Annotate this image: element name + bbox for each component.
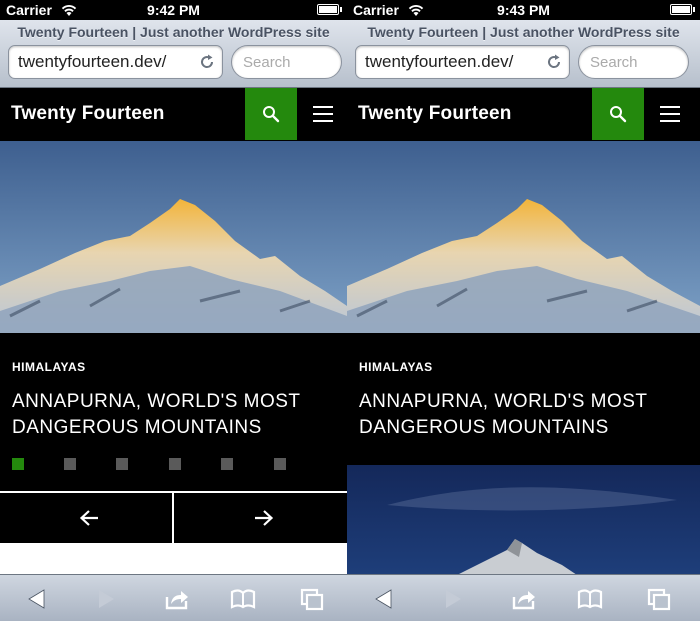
search-placeholder: Search bbox=[243, 54, 291, 71]
search-icon bbox=[263, 106, 280, 123]
tabs-pages-icon[interactable] bbox=[299, 587, 325, 611]
search-field[interactable]: Search bbox=[231, 45, 342, 79]
site-title[interactable]: Twenty Fourteen bbox=[11, 103, 165, 125]
phone-screen-left: Carrier 9:42 PM Twenty Fourteen | Just a… bbox=[0, 0, 347, 621]
featured-image[interactable] bbox=[347, 141, 700, 333]
browser-toolbar bbox=[347, 574, 700, 621]
clock: 9:42 PM bbox=[147, 2, 200, 18]
second-featured-image[interactable] bbox=[347, 465, 700, 575]
featured-image[interactable] bbox=[0, 141, 347, 333]
site-header: Twenty Fourteen bbox=[0, 88, 347, 140]
reload-icon[interactable] bbox=[545, 53, 563, 71]
forward-triangle-icon[interactable] bbox=[93, 587, 119, 611]
slider-dot[interactable] bbox=[64, 458, 76, 470]
share-icon[interactable] bbox=[511, 587, 537, 611]
search-toggle-button[interactable] bbox=[245, 88, 297, 140]
slider-dot[interactable] bbox=[116, 458, 128, 470]
forward-triangle-icon[interactable] bbox=[440, 587, 466, 611]
post-category[interactable]: HIMALAYAS bbox=[12, 360, 332, 374]
battery-icon bbox=[317, 4, 342, 15]
address-bar[interactable]: twentyfourteen.dev/ bbox=[8, 45, 223, 79]
battery-icon bbox=[670, 4, 695, 15]
mountain-photo bbox=[0, 141, 347, 333]
back-triangle-icon[interactable] bbox=[24, 587, 50, 611]
clock: 9:43 PM bbox=[497, 2, 550, 18]
address-bar[interactable]: twentyfourteen.dev/ bbox=[355, 45, 570, 79]
address-text: twentyfourteen.dev/ bbox=[365, 52, 514, 71]
hamburger-menu-icon[interactable] bbox=[313, 106, 333, 122]
search-icon bbox=[610, 106, 627, 123]
previous-slide-button[interactable] bbox=[0, 493, 174, 543]
search-toggle-button[interactable] bbox=[592, 88, 644, 140]
slider-navigation bbox=[0, 491, 347, 544]
address-text: twentyfourteen.dev/ bbox=[18, 52, 167, 71]
search-field[interactable]: Search bbox=[578, 45, 689, 79]
arrow-right-icon bbox=[255, 510, 274, 526]
post-title[interactable]: ANNAPURNA, WORLD'S MOST DANGEROUS MOUNTA… bbox=[359, 389, 679, 441]
status-bar: Carrier 9:43 PM bbox=[347, 0, 700, 20]
bookmarks-book-icon[interactable] bbox=[230, 587, 256, 611]
site-title[interactable]: Twenty Fourteen bbox=[358, 103, 512, 125]
slider-dot[interactable] bbox=[169, 458, 181, 470]
hamburger-menu-icon[interactable] bbox=[660, 106, 680, 122]
page-title: Twenty Fourteen | Just another WordPress… bbox=[17, 24, 330, 40]
search-placeholder: Search bbox=[590, 54, 638, 71]
browser-chrome: Twenty Fourteen | Just another WordPress… bbox=[347, 20, 700, 88]
back-triangle-icon[interactable] bbox=[371, 587, 397, 611]
site-header: Twenty Fourteen bbox=[347, 88, 700, 140]
next-slide-button[interactable] bbox=[175, 493, 347, 543]
post-entry: HIMALAYAS ANNAPURNA, WORLD'S MOST DANGER… bbox=[12, 360, 332, 441]
post-entry: HIMALAYAS ANNAPURNA, WORLD'S MOST DANGER… bbox=[359, 360, 679, 441]
mountain-photo bbox=[347, 465, 700, 575]
browser-chrome: Twenty Fourteen | Just another WordPress… bbox=[0, 20, 347, 88]
phone-screen-right: Carrier 9:43 PM Twenty Fourteen | Just a… bbox=[347, 0, 700, 621]
page-title: Twenty Fourteen | Just another WordPress… bbox=[367, 24, 680, 40]
status-bar: Carrier 9:42 PM bbox=[0, 0, 347, 20]
reload-icon[interactable] bbox=[198, 53, 216, 71]
slider-dot[interactable] bbox=[221, 458, 233, 470]
arrow-left-icon bbox=[79, 510, 98, 526]
bookmarks-book-icon[interactable] bbox=[577, 587, 603, 611]
mountain-photo bbox=[347, 141, 700, 333]
content-area bbox=[0, 544, 347, 574]
slider-dot[interactable] bbox=[12, 458, 24, 470]
browser-toolbar bbox=[0, 574, 347, 621]
share-icon[interactable] bbox=[164, 587, 190, 611]
tabs-pages-icon[interactable] bbox=[646, 587, 672, 611]
post-title[interactable]: ANNAPURNA, WORLD'S MOST DANGEROUS MOUNTA… bbox=[12, 389, 332, 441]
post-category[interactable]: HIMALAYAS bbox=[359, 360, 679, 374]
slider-dot[interactable] bbox=[274, 458, 286, 470]
